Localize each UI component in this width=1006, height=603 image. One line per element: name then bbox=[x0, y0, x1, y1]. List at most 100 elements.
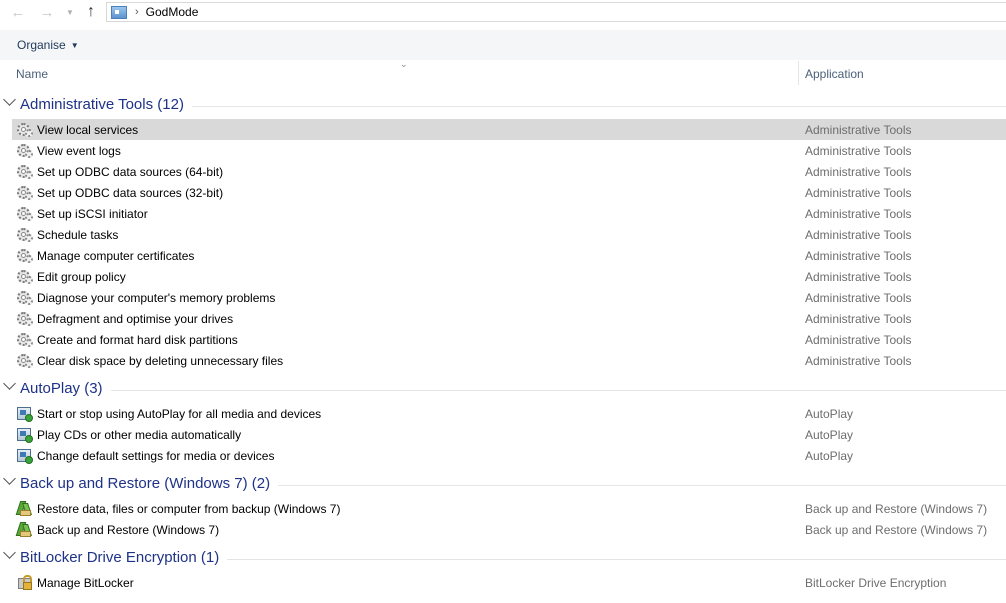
gear-icon bbox=[17, 332, 33, 348]
item-application: BitLocker Drive Encryption bbox=[805, 576, 947, 590]
group-header[interactable]: BitLocker Drive Encryption (1) bbox=[0, 540, 1006, 572]
autoplay-icon bbox=[17, 427, 33, 443]
group-title[interactable]: BitLocker Drive Encryption (1) bbox=[20, 549, 219, 566]
item-application: Administrative Tools bbox=[805, 123, 912, 137]
list-item[interactable]: Diagnose your computer's memory problems… bbox=[0, 287, 1006, 308]
item-application: AutoPlay bbox=[805, 428, 854, 442]
item-label: Play CDs or other media automatically bbox=[37, 428, 242, 442]
group-header[interactable]: Back up and Restore (Windows 7) (2) bbox=[0, 466, 1006, 498]
chevron-down-icon[interactable] bbox=[3, 472, 16, 485]
group-divider bbox=[191, 106, 1006, 107]
chevron-down-icon[interactable]: ▼ bbox=[64, 2, 76, 22]
column-divider[interactable] bbox=[798, 61, 799, 85]
list-item[interactable]: View local services Administrative Tools bbox=[0, 119, 1006, 140]
item-application: Administrative Tools bbox=[805, 354, 912, 368]
item-application: Back up and Restore (Windows 7) bbox=[805, 502, 988, 516]
item-application: Administrative Tools bbox=[805, 186, 912, 200]
breadcrumb-separator[interactable]: › bbox=[135, 6, 139, 18]
list-item[interactable]: View event logs Administrative Tools bbox=[0, 140, 1006, 161]
item-label: Edit group policy bbox=[37, 270, 126, 284]
sort-chevron-icon: ⌄ bbox=[400, 59, 408, 69]
list-item[interactable]: Clear disk space by deleting unnecessary… bbox=[0, 350, 1006, 371]
item-application: AutoPlay bbox=[805, 407, 854, 421]
item-label: View event logs bbox=[37, 144, 121, 158]
breadcrumb-godmode[interactable]: GodMode bbox=[146, 5, 199, 19]
item-label: Start or stop using AutoPlay for all med… bbox=[37, 407, 322, 421]
control-panel-icon bbox=[111, 5, 127, 19]
item-application: AutoPlay bbox=[805, 449, 854, 463]
backup-restore-icon bbox=[15, 522, 33, 538]
backup-restore-icon bbox=[15, 501, 33, 517]
file-list: Administrative Tools (12) View local serv… bbox=[0, 87, 1006, 603]
item-label: Change default settings for media or dev… bbox=[37, 449, 275, 463]
address-path[interactable]: › GodMode bbox=[106, 2, 1006, 22]
back-arrow-icon[interactable]: ← bbox=[7, 2, 29, 22]
gear-icon bbox=[17, 248, 33, 264]
item-label: View local services bbox=[37, 123, 139, 137]
up-arrow-icon[interactable]: ↑ bbox=[80, 2, 102, 22]
list-item[interactable]: Create and format hard disk partitions Ad… bbox=[0, 329, 1006, 350]
item-label: Restore data, files or computer from bac… bbox=[37, 502, 341, 516]
group-title[interactable]: Back up and Restore (Windows 7) (2) bbox=[20, 475, 270, 492]
organise-button[interactable]: Organise ▼ bbox=[17, 38, 79, 52]
gear-icon bbox=[17, 353, 33, 369]
group-header[interactable]: AutoPlay (3) bbox=[0, 371, 1006, 403]
gear-icon bbox=[17, 122, 33, 138]
command-bar: Organise ▼ bbox=[0, 30, 1006, 60]
item-application: Administrative Tools bbox=[805, 165, 912, 179]
group-divider bbox=[110, 390, 1006, 391]
autoplay-icon bbox=[17, 448, 33, 464]
address-bar: ← → ▼ ↑ › GodMode bbox=[0, 0, 1006, 26]
list-item[interactable]: Schedule tasks Administrative Tools bbox=[0, 224, 1006, 245]
item-label: Set up ODBC data sources (32-bit) bbox=[37, 186, 224, 200]
item-label: Manage computer certificates bbox=[37, 249, 195, 263]
item-application: Administrative Tools bbox=[805, 228, 912, 242]
group-divider bbox=[227, 559, 1006, 560]
item-label: Defragment and optimise your drives bbox=[37, 312, 234, 326]
chevron-down-icon[interactable] bbox=[3, 546, 16, 559]
list-item[interactable]: Start or stop using AutoPlay for all med… bbox=[0, 403, 1006, 424]
gear-icon bbox=[17, 311, 33, 327]
item-label: Manage BitLocker bbox=[37, 576, 134, 590]
forward-arrow-icon[interactable]: → bbox=[36, 2, 58, 22]
bitlocker-icon bbox=[17, 575, 33, 591]
item-application: Administrative Tools bbox=[805, 333, 912, 347]
gear-icon bbox=[17, 143, 33, 159]
list-item[interactable]: Manage computer certificates Administrati… bbox=[0, 245, 1006, 266]
group-divider bbox=[278, 485, 1006, 486]
item-label: Set up ODBC data sources (64-bit) bbox=[37, 165, 224, 179]
list-item[interactable]: Play CDs or other media automatically Aut… bbox=[0, 424, 1006, 445]
gear-icon bbox=[17, 206, 33, 222]
list-item[interactable]: Change default settings for media or dev… bbox=[0, 445, 1006, 466]
item-label: Clear disk space by deleting unnecessary… bbox=[37, 354, 284, 368]
organise-label: Organise bbox=[17, 38, 66, 52]
group-title[interactable]: Administrative Tools (12) bbox=[20, 96, 184, 113]
item-application: Administrative Tools bbox=[805, 312, 912, 326]
list-item[interactable]: Set up iSCSI initiator Administrative Too… bbox=[0, 203, 1006, 224]
gear-icon bbox=[17, 164, 33, 180]
group-header[interactable]: Administrative Tools (12) bbox=[0, 87, 1006, 119]
item-application: Administrative Tools bbox=[805, 249, 912, 263]
chevron-down-icon[interactable] bbox=[3, 377, 16, 390]
item-label: Set up iSCSI initiator bbox=[37, 207, 148, 221]
list-item[interactable]: Set up ODBC data sources (64-bit) Adminis… bbox=[0, 161, 1006, 182]
list-item[interactable]: Set up ODBC data sources (32-bit) Adminis… bbox=[0, 182, 1006, 203]
column-header-name[interactable]: Name bbox=[16, 67, 48, 81]
list-item[interactable]: Back up and Restore (Windows 7) Back up a… bbox=[0, 519, 1006, 540]
list-item[interactable]: Defragment and optimise your drives Admin… bbox=[0, 308, 1006, 329]
item-application: Administrative Tools bbox=[805, 207, 912, 221]
item-application: Administrative Tools bbox=[805, 270, 912, 284]
item-label: Schedule tasks bbox=[37, 228, 119, 242]
list-item[interactable]: Manage BitLocker BitLocker Drive Encrypti… bbox=[0, 572, 1006, 593]
group-title[interactable]: AutoPlay (3) bbox=[20, 380, 103, 397]
item-label: Diagnose your computer's memory problems bbox=[37, 291, 276, 305]
list-item[interactable]: Restore data, files or computer from bac… bbox=[0, 498, 1006, 519]
gear-icon bbox=[17, 185, 33, 201]
autoplay-icon bbox=[17, 406, 33, 422]
item-application: Administrative Tools bbox=[805, 291, 912, 305]
gear-icon bbox=[17, 227, 33, 243]
chevron-down-icon[interactable] bbox=[3, 93, 16, 106]
item-application: Administrative Tools bbox=[805, 144, 912, 158]
list-item[interactable]: Edit group policy Administrative Tools bbox=[0, 266, 1006, 287]
column-header-application[interactable]: Application bbox=[805, 67, 864, 81]
